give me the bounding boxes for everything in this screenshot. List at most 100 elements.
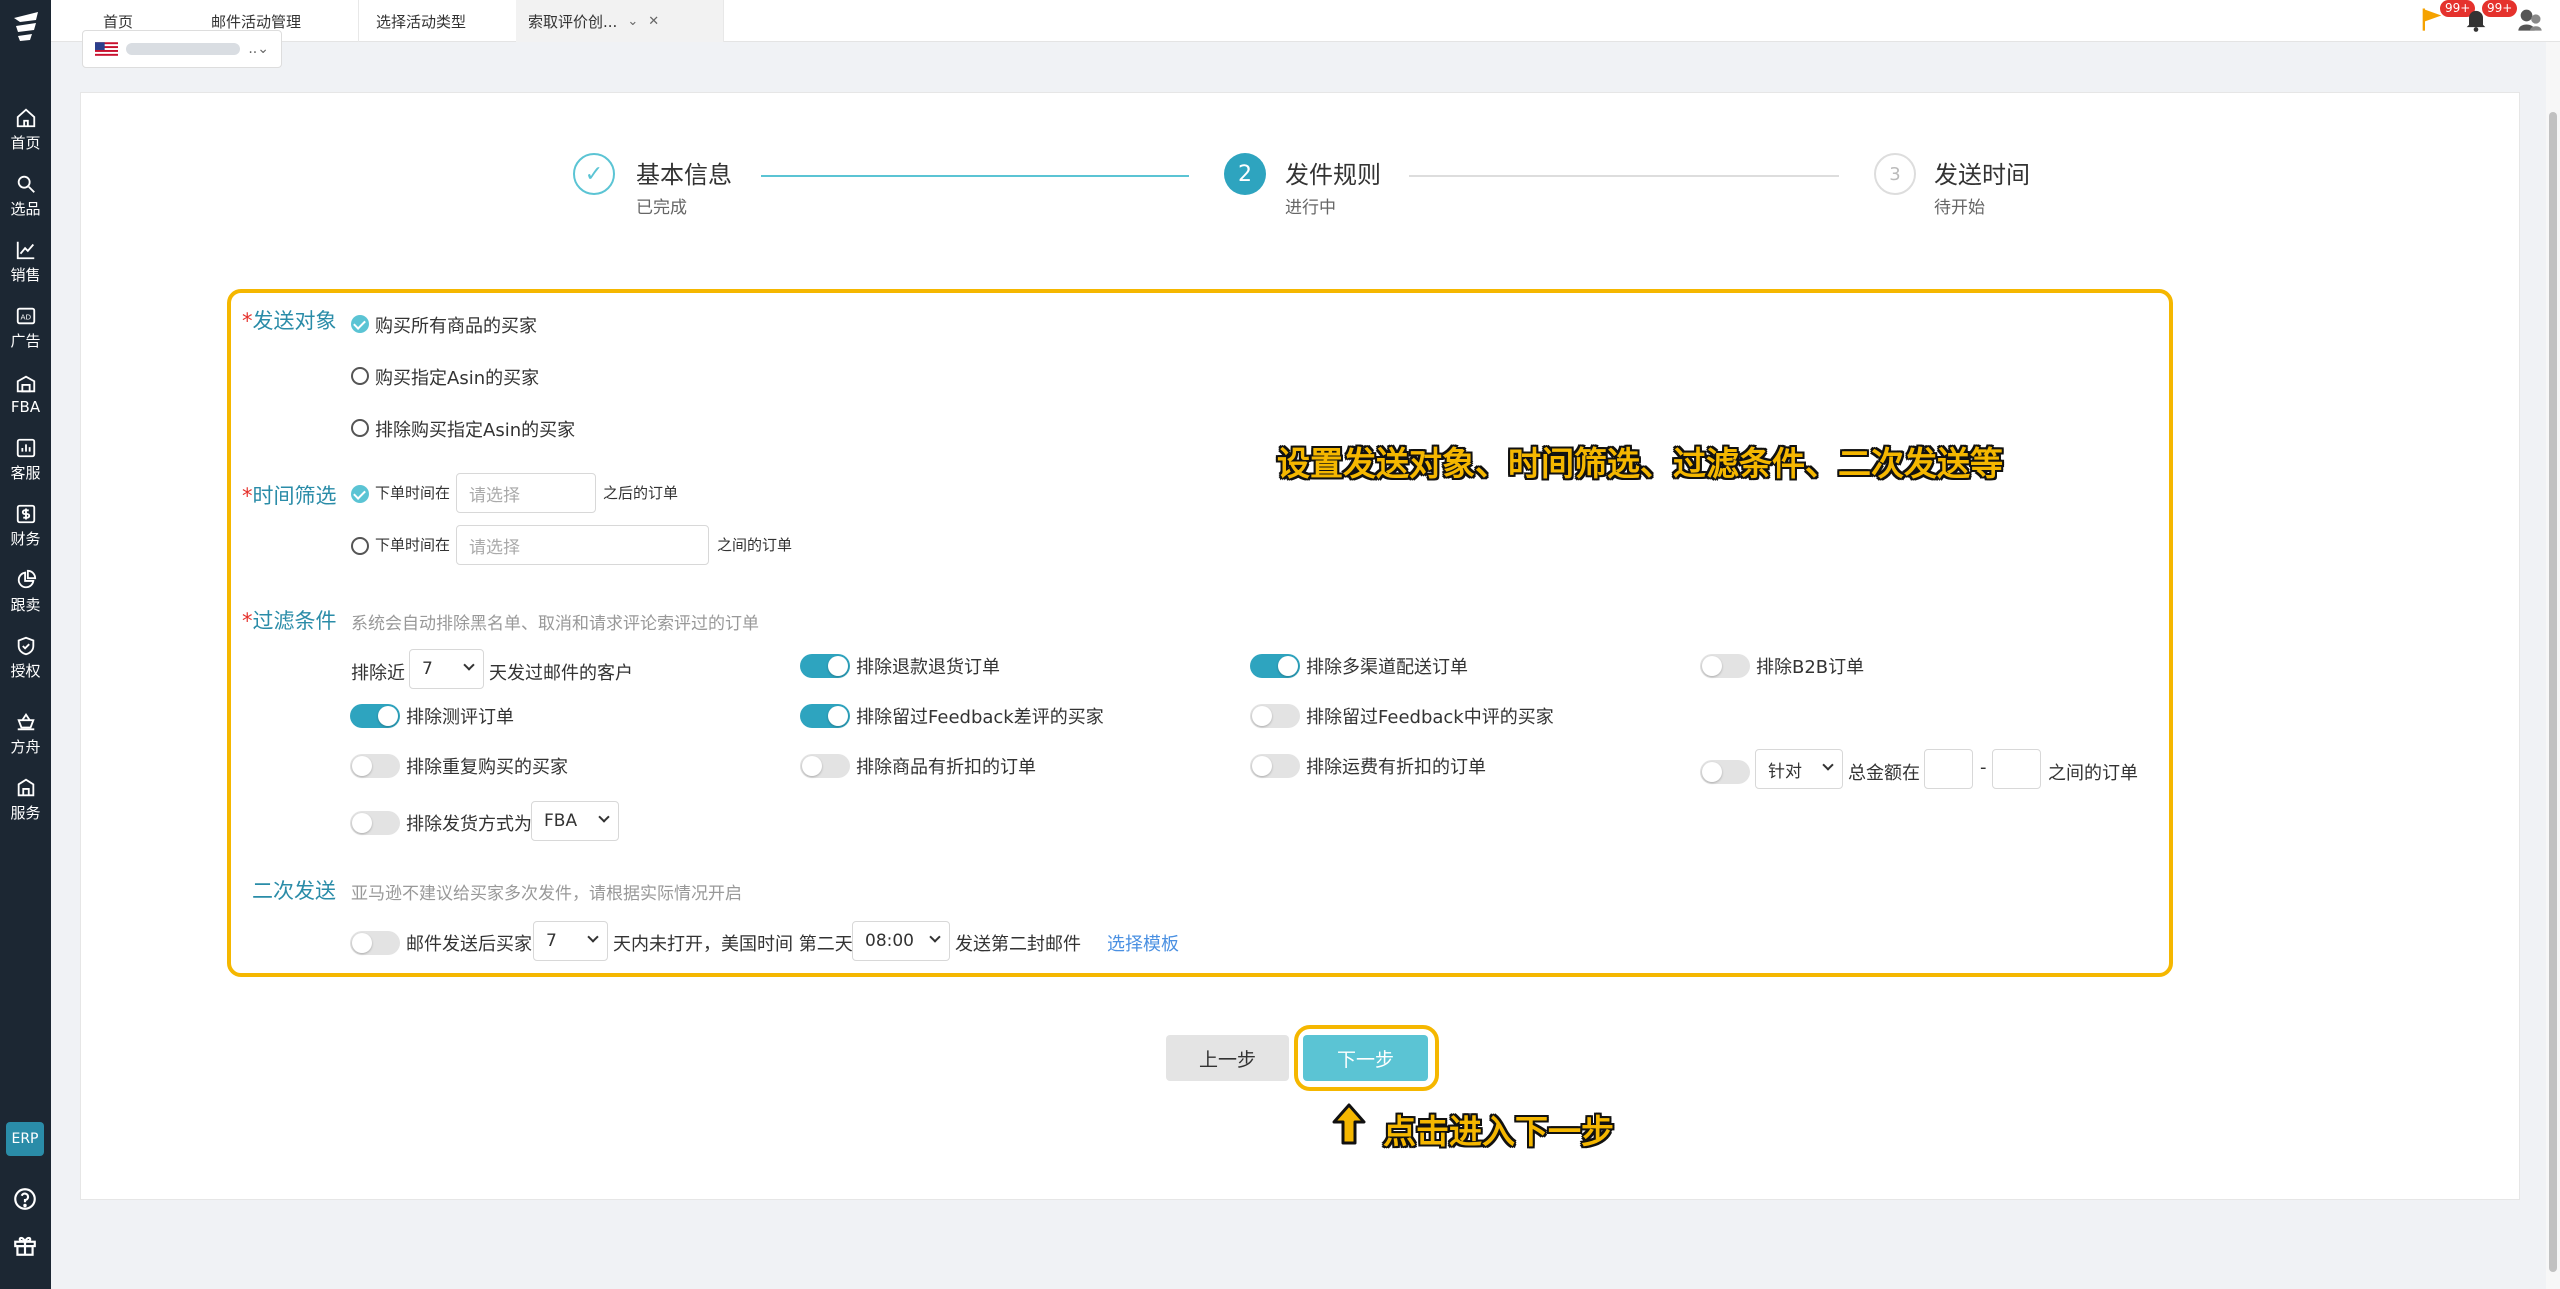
- sidebar-item-label: 选品: [10, 200, 41, 218]
- sidebar-item-label: 授权: [10, 662, 41, 680]
- scrollbar[interactable]: [2546, 42, 2560, 1289]
- sidebar-item-label: 跟卖: [10, 596, 41, 614]
- shield-icon: [17, 636, 34, 656]
- send-target-asin-radio[interactable]: [351, 367, 369, 385]
- select-template-link[interactable]: 选择模板: [1107, 930, 1179, 956]
- app-logo-icon[interactable]: [8, 8, 44, 44]
- erp-button[interactable]: ERP: [6, 1122, 44, 1156]
- service-icon: [17, 778, 34, 797]
- sidebar-item-label: 服务: [10, 804, 41, 822]
- chevron-down-icon: ..⌄: [248, 41, 269, 57]
- exclude-days-suffix: 天发过邮件的客户: [489, 663, 633, 684]
- step-2-status: 进行中: [1285, 198, 1336, 218]
- step-connector-1: [761, 175, 1189, 177]
- repeat-buyer-toggle[interactable]: [350, 754, 400, 778]
- store-name-blurred: [126, 43, 241, 55]
- chevron-down-icon[interactable]: ⌄: [627, 14, 638, 29]
- ad-icon: AD: [16, 307, 35, 325]
- discount-label: 排除商品有折扣的订单: [856, 757, 1036, 778]
- chevron-down-icon: [929, 931, 941, 943]
- marketplace-select[interactable]: ..⌄: [82, 30, 282, 68]
- second-send-time-select[interactable]: 08:00: [852, 921, 950, 961]
- prev-step-button[interactable]: 上一步: [1166, 1035, 1289, 1081]
- amount-target-select[interactable]: 针对: [1755, 749, 1843, 789]
- time-between-input[interactable]: 请选择: [456, 525, 709, 565]
- send-target-all-label: 购买所有商品的买家: [375, 316, 537, 337]
- step-2-number: 2: [1224, 153, 1266, 195]
- main-card: ✓ 基本信息 已完成 2 发件规则 进行中 3 发送时间 待开始 *发送对象 购…: [80, 92, 2520, 1200]
- feedback-mid-toggle[interactable]: [1250, 704, 1300, 728]
- b2b-toggle[interactable]: [1700, 654, 1750, 678]
- exclude-days-select[interactable]: 7: [409, 649, 484, 689]
- sidebar-item-services[interactable]: 服务: [0, 769, 51, 831]
- feedback-mid-label: 排除留过Feedback中评的买家: [1306, 707, 1554, 728]
- feedback-bad-label: 排除留过Feedback差评的买家: [856, 707, 1104, 728]
- amount-min-input[interactable]: [1924, 749, 1973, 789]
- svg-text:AD: AD: [20, 313, 31, 322]
- exclude-days-value: 7: [422, 659, 433, 679]
- amount-toggle[interactable]: [1700, 760, 1750, 784]
- sidebar-item-fba[interactable]: FBA: [0, 363, 51, 425]
- amount-max-input[interactable]: [1992, 749, 2041, 789]
- refund-toggle[interactable]: [800, 654, 850, 678]
- avatar-icon[interactable]: [2516, 5, 2544, 33]
- second-send-days-select[interactable]: 7: [533, 921, 608, 961]
- time-filter-label: *时间筛选: [242, 484, 337, 508]
- test-review-label: 排除测评订单: [406, 707, 514, 728]
- filter-label: *过滤条件: [242, 609, 337, 633]
- arrow-up-icon: [1332, 1103, 1366, 1145]
- chevron-down-icon: [463, 659, 475, 671]
- sidebar-item-selection[interactable]: 选品: [0, 165, 51, 227]
- gift-icon[interactable]: [12, 1232, 38, 1258]
- sidebar-item-home[interactable]: 首页: [0, 99, 51, 161]
- shipping-discount-label: 排除运费有折扣的订单: [1306, 757, 1486, 778]
- discount-toggle[interactable]: [800, 754, 850, 778]
- chart-line-icon: [16, 241, 34, 260]
- refund-label: 排除退款退货订单: [856, 657, 1000, 678]
- us-flag-icon: [95, 41, 119, 57]
- b2b-label: 排除B2B订单: [1756, 657, 1865, 678]
- chevron-down-icon: [587, 931, 599, 943]
- second-send-prefix: 邮件发送后买家: [406, 934, 532, 955]
- next-step-annotation: 点击进入下一步: [1383, 1112, 1614, 1151]
- sidebar-item-auth[interactable]: 授权: [0, 627, 51, 689]
- sidebar-item-sales[interactable]: 销售: [0, 231, 51, 293]
- sidebar-item-service[interactable]: 客服: [0, 429, 51, 491]
- search-icon: [17, 175, 35, 193]
- time-after-input[interactable]: 请选择: [456, 473, 596, 513]
- send-target-all-radio[interactable]: [351, 315, 369, 333]
- time-between-suffix: 之间的订单: [717, 536, 793, 554]
- scrollbar-thumb[interactable]: [2549, 112, 2557, 1272]
- bell-badge: 99+: [2482, 0, 2518, 17]
- test-review-toggle[interactable]: [350, 704, 400, 728]
- time-after-radio[interactable]: [351, 485, 369, 503]
- second-send-toggle[interactable]: [350, 931, 400, 955]
- step-1-title: 基本信息: [636, 161, 732, 189]
- chevron-down-icon: [1822, 759, 1834, 771]
- feedback-bad-toggle[interactable]: [800, 704, 850, 728]
- shipping-method-label: 排除发货方式为: [406, 814, 532, 835]
- shipping-discount-toggle[interactable]: [1250, 754, 1300, 778]
- time-between-radio[interactable]: [351, 537, 369, 555]
- sidebar-item-label: FBA: [10, 397, 41, 416]
- tab-review-create[interactable]: 索取评价创... ⌄ ✕: [516, 0, 724, 42]
- chevron-down-icon: [598, 811, 610, 823]
- sidebar-item-label: 财务: [10, 530, 41, 548]
- close-icon[interactable]: ✕: [648, 14, 659, 29]
- tab-label: 选择活动类型: [376, 12, 467, 31]
- multichannel-toggle[interactable]: [1250, 654, 1300, 678]
- sidebar-item-ark[interactable]: 方舟: [0, 703, 51, 765]
- sidebar-item-finance[interactable]: 财务: [0, 495, 51, 557]
- exclude-days-prefix: 排除近: [351, 663, 405, 684]
- shipping-method-select[interactable]: FBA: [531, 801, 619, 841]
- sidebar-item-ads[interactable]: AD 广告: [0, 297, 51, 359]
- send-target-exclude-asin-radio[interactable]: [351, 419, 369, 437]
- warehouse-icon: [16, 375, 35, 392]
- next-step-button[interactable]: 下一步: [1303, 1035, 1428, 1081]
- sidebar-item-follow[interactable]: 跟卖: [0, 561, 51, 623]
- second-send-hint: 亚马逊不建议给买家多次发件，请根据实际情况开启: [351, 884, 742, 904]
- support-icon[interactable]: [12, 1186, 38, 1212]
- settings-annotation: 设置发送对象、时间筛选、过滤条件、二次发送等: [1277, 444, 2003, 483]
- tab-label: 首页: [103, 12, 134, 31]
- shipping-method-toggle[interactable]: [350, 811, 400, 835]
